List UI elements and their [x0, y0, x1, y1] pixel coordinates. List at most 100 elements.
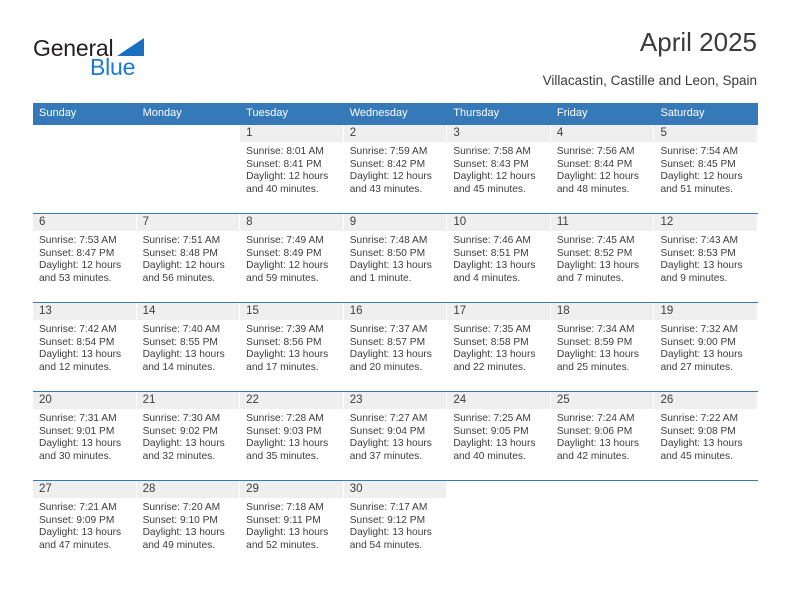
calendar-day-cell[interactable]: 26 Sunrise: 7:22 AM Sunset: 9:08 PM Dayl… [654, 392, 758, 480]
calendar-day-cell[interactable]: 5 Sunrise: 7:54 AM Sunset: 8:45 PM Dayli… [654, 125, 758, 213]
day-number: 28 [136, 481, 240, 498]
day-number: 12 [654, 214, 758, 231]
calendar-day-cell[interactable]: 7 Sunrise: 7:51 AM Sunset: 8:48 PM Dayli… [136, 214, 241, 302]
sunset-text: Sunset: 8:43 PM [453, 158, 529, 170]
calendar-day-cell[interactable]: 24 Sunrise: 7:25 AM Sunset: 9:05 PM Dayl… [447, 392, 551, 480]
sunrise-text: Sunrise: 7:28 AM [246, 413, 324, 424]
calendar-day-cell[interactable]: 28 Sunrise: 7:20 AM Sunset: 9:10 PM Dayl… [136, 481, 241, 569]
page-subtitle: Villacastin, Castille and Leon, Spain [542, 73, 757, 88]
calendar-day-cell[interactable]: 13 Sunrise: 7:42 AM Sunset: 8:54 PM Dayl… [33, 303, 137, 391]
sunset-text: Sunset: 8:54 PM [39, 336, 115, 348]
daylight-text-line1: Daylight: 13 hours [556, 438, 640, 450]
daylight-text-line1: Daylight: 13 hours [660, 438, 743, 450]
daylight-text-line2: and 12 minutes. [39, 361, 112, 373]
calendar-day-cell[interactable]: 9 Sunrise: 7:48 AM Sunset: 8:50 PM Dayli… [343, 214, 448, 302]
daylight-text-line2: and 48 minutes. [556, 183, 630, 195]
daylight-text-line2: and 52 minutes. [246, 539, 319, 551]
daylight-text-line2: and 40 minutes. [246, 183, 319, 195]
sunrise-text: Sunrise: 8:01 AM [246, 146, 324, 157]
calendar-day-cell[interactable]: 30 Sunrise: 7:17 AM Sunset: 9:12 PM Dayl… [343, 481, 448, 569]
daylight-text-line1: Daylight: 13 hours [142, 527, 225, 539]
calendar-page: General Blue April 2025 Villacastin, Cas… [0, 0, 792, 612]
day-number: 1 [240, 125, 343, 142]
weekday-header-wednesday: Wednesday [349, 107, 408, 119]
day-details [137, 142, 241, 146]
daylight-text-line2: and 17 minutes. [246, 361, 319, 373]
day-details [33, 142, 137, 146]
daylight-text-line2: and 22 minutes. [453, 361, 526, 373]
calendar-day-cell[interactable]: 22 Sunrise: 7:28 AM Sunset: 9:03 PM Dayl… [240, 392, 344, 480]
calendar-day-cell[interactable]: 18 Sunrise: 7:34 AM Sunset: 8:59 PM Dayl… [550, 303, 655, 391]
day-details [447, 498, 551, 502]
daylight-text-line2: and 45 minutes. [453, 183, 526, 195]
day-details: Sunrise: 7:59 AM Sunset: 8:42 PM Dayligh… [344, 142, 448, 196]
sunrise-text: Sunrise: 7:39 AM [246, 324, 324, 335]
daylight-text-line1: Daylight: 13 hours [246, 438, 329, 450]
calendar-day-cell[interactable] [136, 125, 241, 213]
calendar-day-cell[interactable]: 4 Sunrise: 7:56 AM Sunset: 8:44 PM Dayli… [550, 125, 655, 213]
calendar-grid: Sunday Monday Tuesday Wednesday Thursday… [33, 103, 758, 569]
sunset-text: Sunset: 9:02 PM [142, 425, 218, 437]
day-details: Sunrise: 7:54 AM Sunset: 8:45 PM Dayligh… [654, 142, 758, 196]
sunrise-text: Sunrise: 7:40 AM [142, 324, 221, 335]
weekday-header-thursday: Thursday [453, 107, 500, 119]
daylight-text-line2: and 53 minutes. [39, 272, 112, 284]
calendar-day-cell[interactable]: 20 Sunrise: 7:31 AM Sunset: 9:01 PM Dayl… [33, 392, 137, 480]
day-details: Sunrise: 7:46 AM Sunset: 8:51 PM Dayligh… [447, 231, 551, 285]
calendar-day-cell[interactable]: 3 Sunrise: 7:58 AM Sunset: 8:43 PM Dayli… [447, 125, 551, 213]
calendar-day-cell[interactable]: 11 Sunrise: 7:45 AM Sunset: 8:52 PM Dayl… [550, 214, 655, 302]
daylight-text-line1: Daylight: 12 hours [142, 260, 225, 272]
calendar-day-cell[interactable]: 14 Sunrise: 7:40 AM Sunset: 8:55 PM Dayl… [136, 303, 241, 391]
daylight-text-line1: Daylight: 13 hours [660, 260, 743, 272]
daylight-text-line1: Daylight: 13 hours [349, 349, 432, 361]
calendar-day-cell[interactable]: 10 Sunrise: 7:46 AM Sunset: 8:51 PM Dayl… [447, 214, 551, 302]
daylight-text-line1: Daylight: 12 hours [246, 260, 329, 272]
day-details: Sunrise: 7:34 AM Sunset: 8:59 PM Dayligh… [551, 320, 655, 374]
calendar-day-cell[interactable]: 25 Sunrise: 7:24 AM Sunset: 9:06 PM Dayl… [550, 392, 655, 480]
calendar-day-cell[interactable]: 29 Sunrise: 7:18 AM Sunset: 9:11 PM Dayl… [240, 481, 344, 569]
calendar-day-cell[interactable]: 8 Sunrise: 7:49 AM Sunset: 8:49 PM Dayli… [240, 214, 344, 302]
day-number: 23 [343, 392, 447, 409]
daylight-text-line2: and 35 minutes. [246, 450, 319, 462]
sunrise-text: Sunrise: 7:34 AM [556, 324, 635, 335]
calendar-day-cell[interactable]: 6 Sunrise: 7:53 AM Sunset: 8:47 PM Dayli… [33, 214, 137, 302]
day-number: 5 [654, 125, 758, 142]
daylight-text-line1: Daylight: 13 hours [453, 260, 536, 272]
logo-word-blue: Blue [90, 54, 136, 80]
calendar-day-cell[interactable]: 27 Sunrise: 7:21 AM Sunset: 9:09 PM Dayl… [33, 481, 137, 569]
calendar-day-cell[interactable]: 12 Sunrise: 7:43 AM Sunset: 8:53 PM Dayl… [654, 214, 758, 302]
day-details [551, 498, 655, 502]
daylight-text-line1: Daylight: 13 hours [39, 349, 122, 361]
calendar-day-cell[interactable] [654, 481, 758, 569]
day-number: 25 [550, 392, 654, 409]
day-number [33, 125, 136, 142]
weekday-header-monday: Monday [142, 107, 182, 119]
day-details: Sunrise: 7:40 AM Sunset: 8:55 PM Dayligh… [137, 320, 241, 374]
calendar-day-cell[interactable]: 21 Sunrise: 7:30 AM Sunset: 9:02 PM Dayl… [136, 392, 241, 480]
day-number: 9 [343, 214, 447, 231]
calendar-day-cell[interactable]: 2 Sunrise: 7:59 AM Sunset: 8:42 PM Dayli… [343, 125, 448, 213]
sunrise-text: Sunrise: 7:51 AM [142, 235, 221, 246]
calendar-day-cell[interactable]: 1 Sunrise: 8:01 AM Sunset: 8:41 PM Dayli… [240, 125, 344, 213]
sunrise-text: Sunrise: 7:46 AM [453, 235, 531, 246]
sunrise-text: Sunrise: 7:22 AM [660, 413, 739, 424]
sunset-text: Sunset: 8:41 PM [246, 158, 322, 170]
day-number: 17 [447, 303, 550, 320]
daylight-text-line1: Daylight: 12 hours [556, 171, 640, 183]
calendar-week-row: 27 Sunrise: 7:21 AM Sunset: 9:09 PM Dayl… [33, 480, 758, 569]
calendar-day-cell[interactable]: 16 Sunrise: 7:37 AM Sunset: 8:57 PM Dayl… [343, 303, 448, 391]
calendar-day-cell[interactable] [447, 481, 551, 569]
calendar-day-cell[interactable]: 17 Sunrise: 7:35 AM Sunset: 8:58 PM Dayl… [447, 303, 551, 391]
daylight-text-line2: and 7 minutes. [556, 272, 624, 284]
calendar-week-row: 1 Sunrise: 8:01 AM Sunset: 8:41 PM Dayli… [33, 124, 758, 213]
day-details: Sunrise: 7:25 AM Sunset: 9:05 PM Dayligh… [447, 409, 551, 463]
calendar-day-cell[interactable]: 15 Sunrise: 7:39 AM Sunset: 8:56 PM Dayl… [240, 303, 344, 391]
calendar-day-cell[interactable] [550, 481, 655, 569]
calendar-day-cell[interactable]: 23 Sunrise: 7:27 AM Sunset: 9:04 PM Dayl… [343, 392, 448, 480]
calendar-week-row: 13 Sunrise: 7:42 AM Sunset: 8:54 PM Dayl… [33, 302, 758, 391]
calendar-day-cell[interactable] [33, 125, 137, 213]
day-details: Sunrise: 7:49 AM Sunset: 8:49 PM Dayligh… [240, 231, 344, 285]
sunrise-text: Sunrise: 7:45 AM [556, 235, 635, 246]
calendar-day-cell[interactable]: 19 Sunrise: 7:32 AM Sunset: 9:00 PM Dayl… [654, 303, 758, 391]
page-title: April 2025 [639, 27, 757, 57]
